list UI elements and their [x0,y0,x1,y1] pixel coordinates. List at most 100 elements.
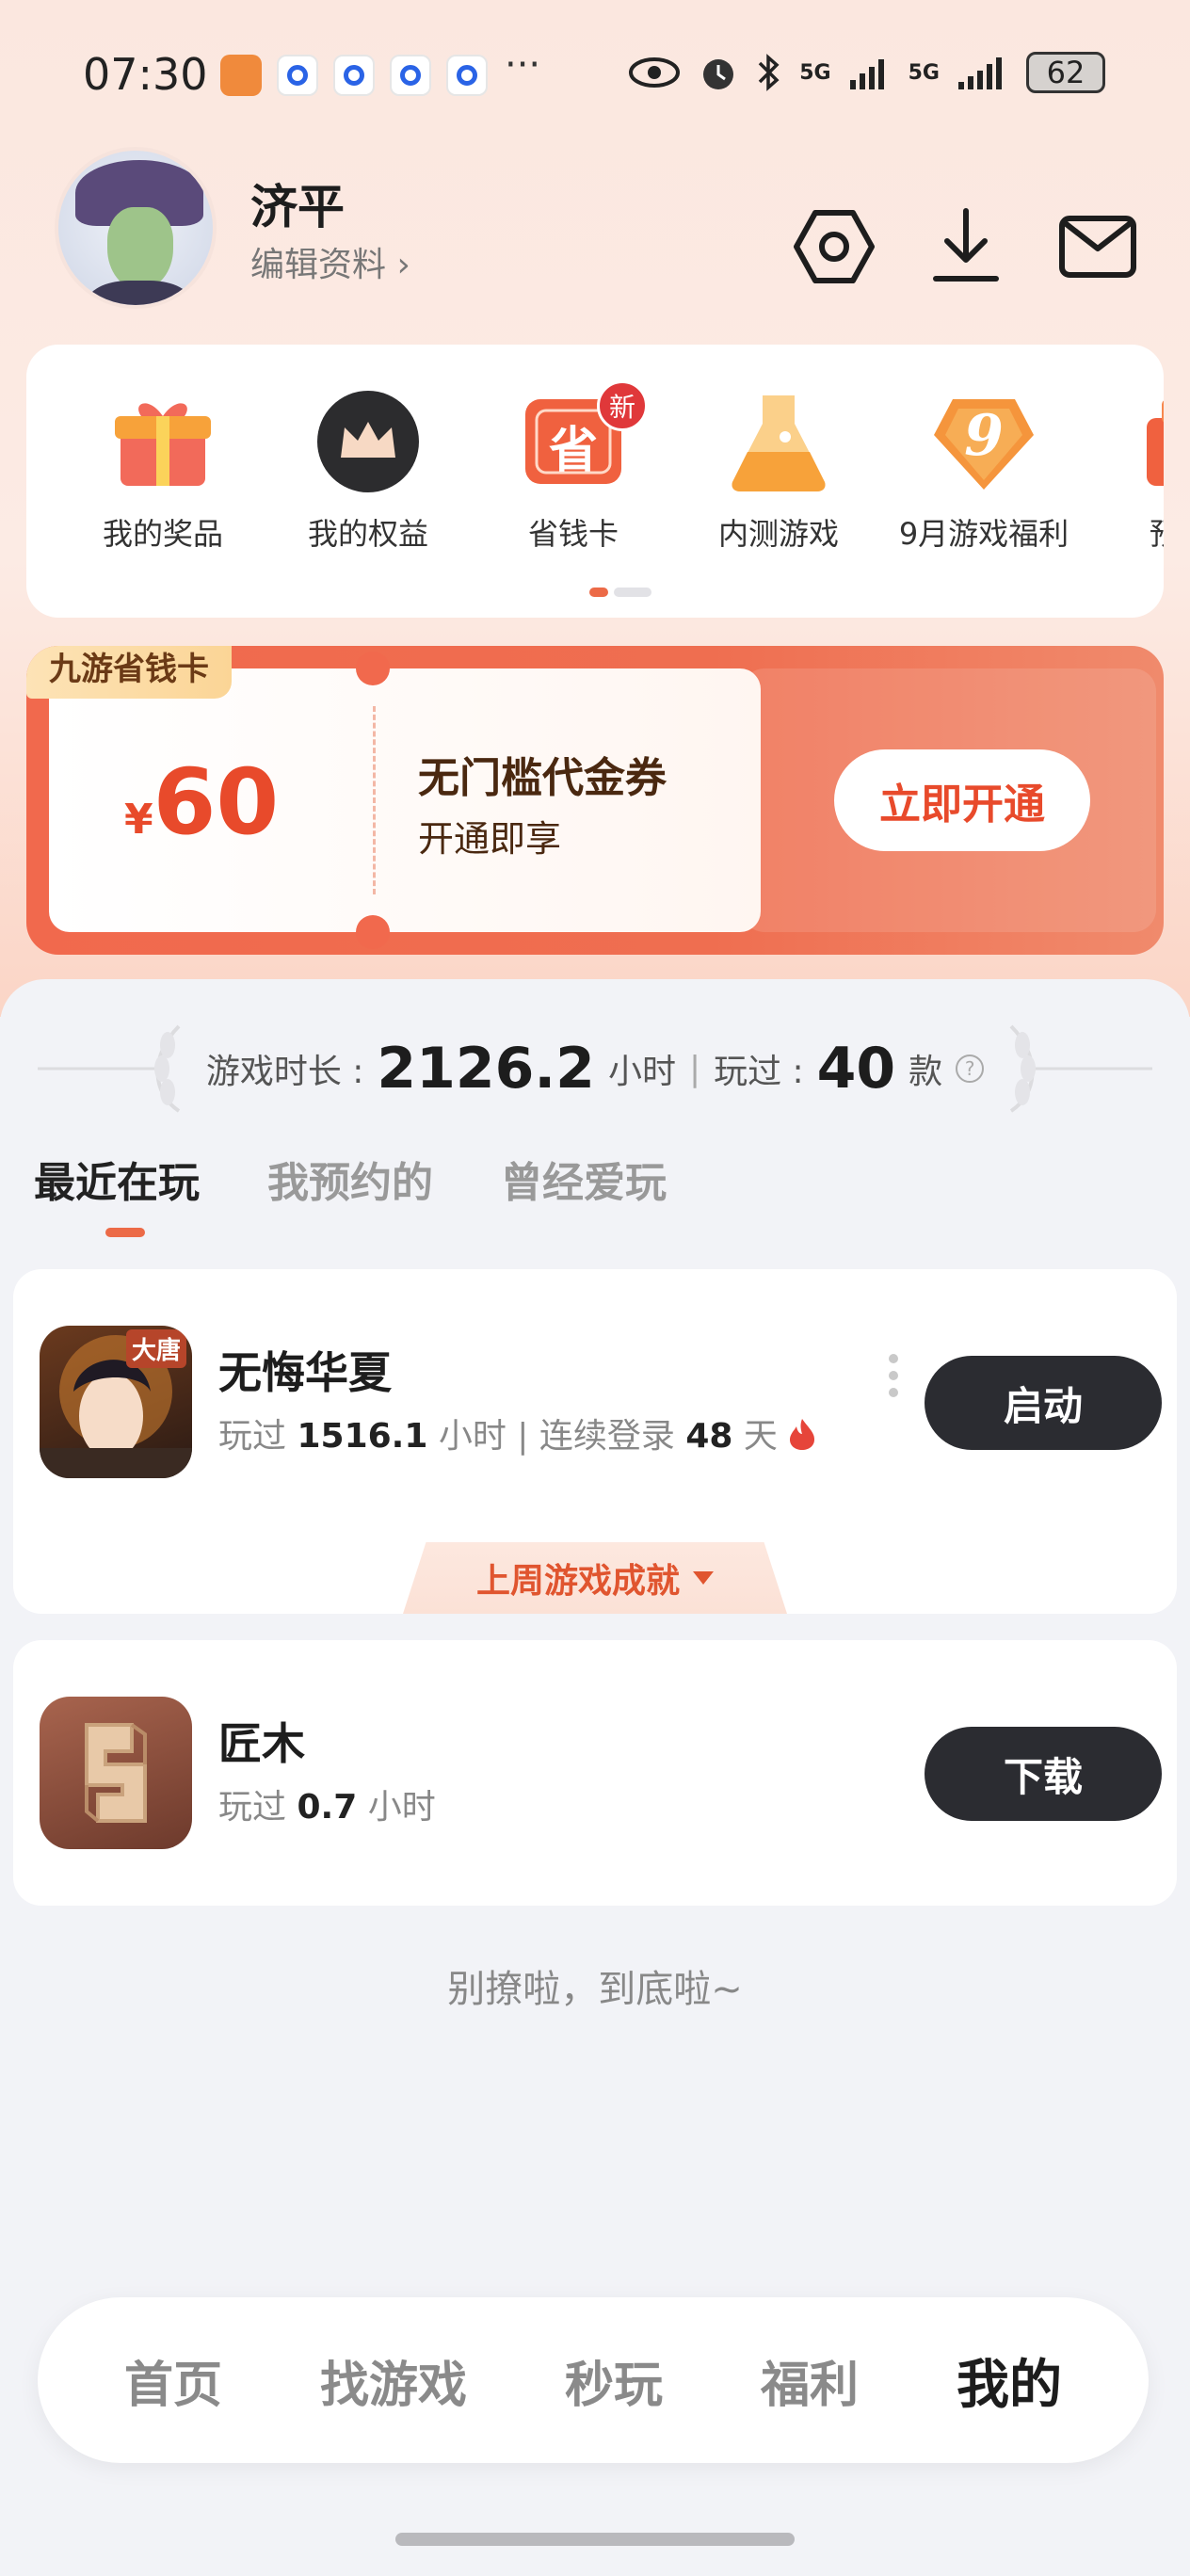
coupon-currency: ¥ [124,796,153,844]
reserve-icon [1137,390,1164,493]
game-icon-wuhui-huaxia: 大唐 [40,1326,192,1478]
play-stats: 游戏时长 : 2126.2 小时 | 玩过 : 40 款 ? [0,1026,1190,1111]
weekly-achievement-label: 上周游戏成就 [475,1562,680,1601]
carousel-pager [589,588,651,597]
hours-played: 0.7 [297,1788,358,1827]
fire-icon [790,1419,815,1450]
weekly-achievement-toggle[interactable]: 上周游戏成就 [403,1542,787,1614]
pager-dot [614,588,651,597]
savings-card-banner[interactable]: ¥ 60 无门槛代金券 开通即享 九游省钱卡 立即开通 [26,646,1164,955]
quick-entry-label: 预约1 [1090,510,1164,554]
username: 济平 [250,180,345,234]
flask-icon [727,390,830,493]
coupon-divider [373,706,376,894]
edit-profile-link[interactable]: 编辑资料 › [250,237,410,286]
hours-unit: 小时 [367,1788,436,1827]
tab-recently-played[interactable]: 最近在玩 [34,1149,200,1209]
status-right: 5G 5G 62 [628,49,1105,96]
playtime-unit: 小时 [607,1053,676,1091]
playtime-label: 游戏时长 : [205,1053,364,1091]
game-name: 匠木 [218,1718,305,1769]
coupon-subtitle: 开通即享 [418,818,562,860]
nav-welfare[interactable]: 福利 [761,2345,859,2416]
status-app-icon [446,55,488,96]
meta-prefix: 玩过 [218,1788,287,1827]
edit-profile-label: 编辑资料 [250,246,387,284]
tab-once-loved[interactable]: 曾经爱玩 [501,1149,667,1209]
savings-card-tag: 九游省钱卡 [26,646,232,699]
download-icon[interactable] [925,205,1007,288]
end-of-list-text: 别撩啦，到底啦~ [447,1968,743,2011]
activate-button[interactable]: 立即开通 [834,749,1090,851]
coupon-notch [356,652,390,685]
coupon-amount-value: 60 [153,749,280,855]
days-unit: 天 [743,1417,778,1456]
quick-entry-monthly-welfare[interactable]: 9 9月游戏福利 [885,390,1083,554]
quick-entry-label: 我的权益 [307,516,428,552]
tab-reserved[interactable]: 我预约的 [267,1149,433,1209]
played-value: 40 [816,1036,896,1102]
eye-icon [629,57,681,88]
game-card[interactable]: 匠木 玩过 0.7 小时 下载 [13,1640,1177,1906]
status-app-icon [333,55,375,96]
played-unit: 款 [909,1053,943,1091]
hours-played: 1516.1 [297,1417,428,1456]
game-name: 无悔华夏 [218,1347,392,1398]
status-time: 07:30 [83,49,208,100]
nav-instant-play[interactable]: 秒玩 [565,2345,663,2416]
gear-icon[interactable] [793,205,876,288]
bottom-nav: 首页 找游戏 秒玩 福利 我的 [38,2297,1149,2463]
nine-gem-icon: 9 [932,390,1036,493]
quick-entry-benefits[interactable]: 我的权益 [269,390,467,554]
alarm-icon [703,59,734,89]
quick-entry-reserve[interactable]: 预约1 [1090,390,1164,554]
more-notifications-icon: ··· [505,43,541,87]
battery-indicator: 62 [1026,52,1105,93]
avatar-face [107,207,173,290]
home-indicator[interactable] [395,2533,795,2546]
quick-entry-savings-card[interactable]: 省 新 省钱卡 [474,380,672,554]
nav-mine[interactable]: 我的 [957,2343,1062,2419]
signal-icon-2 [958,57,1002,89]
coupon-title: 无门槛代金券 [418,754,667,802]
hours-unit: 小时 | 连续登录 [438,1417,675,1456]
avatar-body [87,281,192,305]
quick-entry-beta-games[interactable]: 内测游戏 [680,390,877,554]
status-app-icon [277,55,318,96]
game-tabs: 最近在玩 我预约的 曾经爱玩 [34,1149,667,1209]
played-label: 玩过 : [714,1053,804,1091]
quick-entry-prizes[interactable]: 我的奖品 [64,390,262,554]
nav-find-games[interactable]: 找游戏 [320,2345,467,2416]
coupon: ¥ 60 无门槛代金券 开通即享 [49,652,761,949]
new-badge: 新 [597,380,648,431]
download-button[interactable]: 下载 [925,1727,1162,1821]
nav-home[interactable]: 首页 [124,2345,222,2416]
quick-entries-card: 我的奖品 我的权益 省 新 省钱卡 内测游戏 9 9月游戏福利 预约1 [26,345,1164,618]
game-meta: 玩过 1516.1 小时 | 连续登录 48 天 [218,1409,816,1457]
status-app-icon [220,55,262,96]
help-icon[interactable]: ? [956,1055,985,1083]
more-options-icon[interactable] [889,1354,900,1397]
signal-5g-label-2: 5G [908,60,940,85]
savings-card-icon: 省 新 [522,380,648,493]
status-bar: 07:30 ··· 5G 5G 62 [0,0,1190,151]
active-tab-indicator [105,1228,145,1237]
signal-5g-label: 5G [799,60,831,85]
login-streak-days: 48 [685,1417,733,1456]
meta-prefix: 玩过 [218,1417,287,1456]
launch-button[interactable]: 启动 [925,1356,1162,1450]
stats-separator: | [688,1049,701,1088]
bluetooth-icon [759,54,780,91]
mail-icon[interactable] [1056,205,1139,288]
quick-entry-label: 9月游戏福利 [898,516,1069,552]
avatar[interactable] [55,147,217,309]
gift-icon [111,390,215,493]
nine-gem-icon-text: 9 [964,403,1004,469]
game-icon-badge: 大唐 [125,1329,186,1368]
quick-entry-label: 内测游戏 [717,516,839,552]
coupon-notch [356,915,390,949]
game-meta: 玩过 0.7 小时 [218,1779,436,1828]
signal-icon [849,59,884,89]
game-icon-jiangmu [40,1697,192,1849]
chevron-right-icon: › [396,246,410,284]
